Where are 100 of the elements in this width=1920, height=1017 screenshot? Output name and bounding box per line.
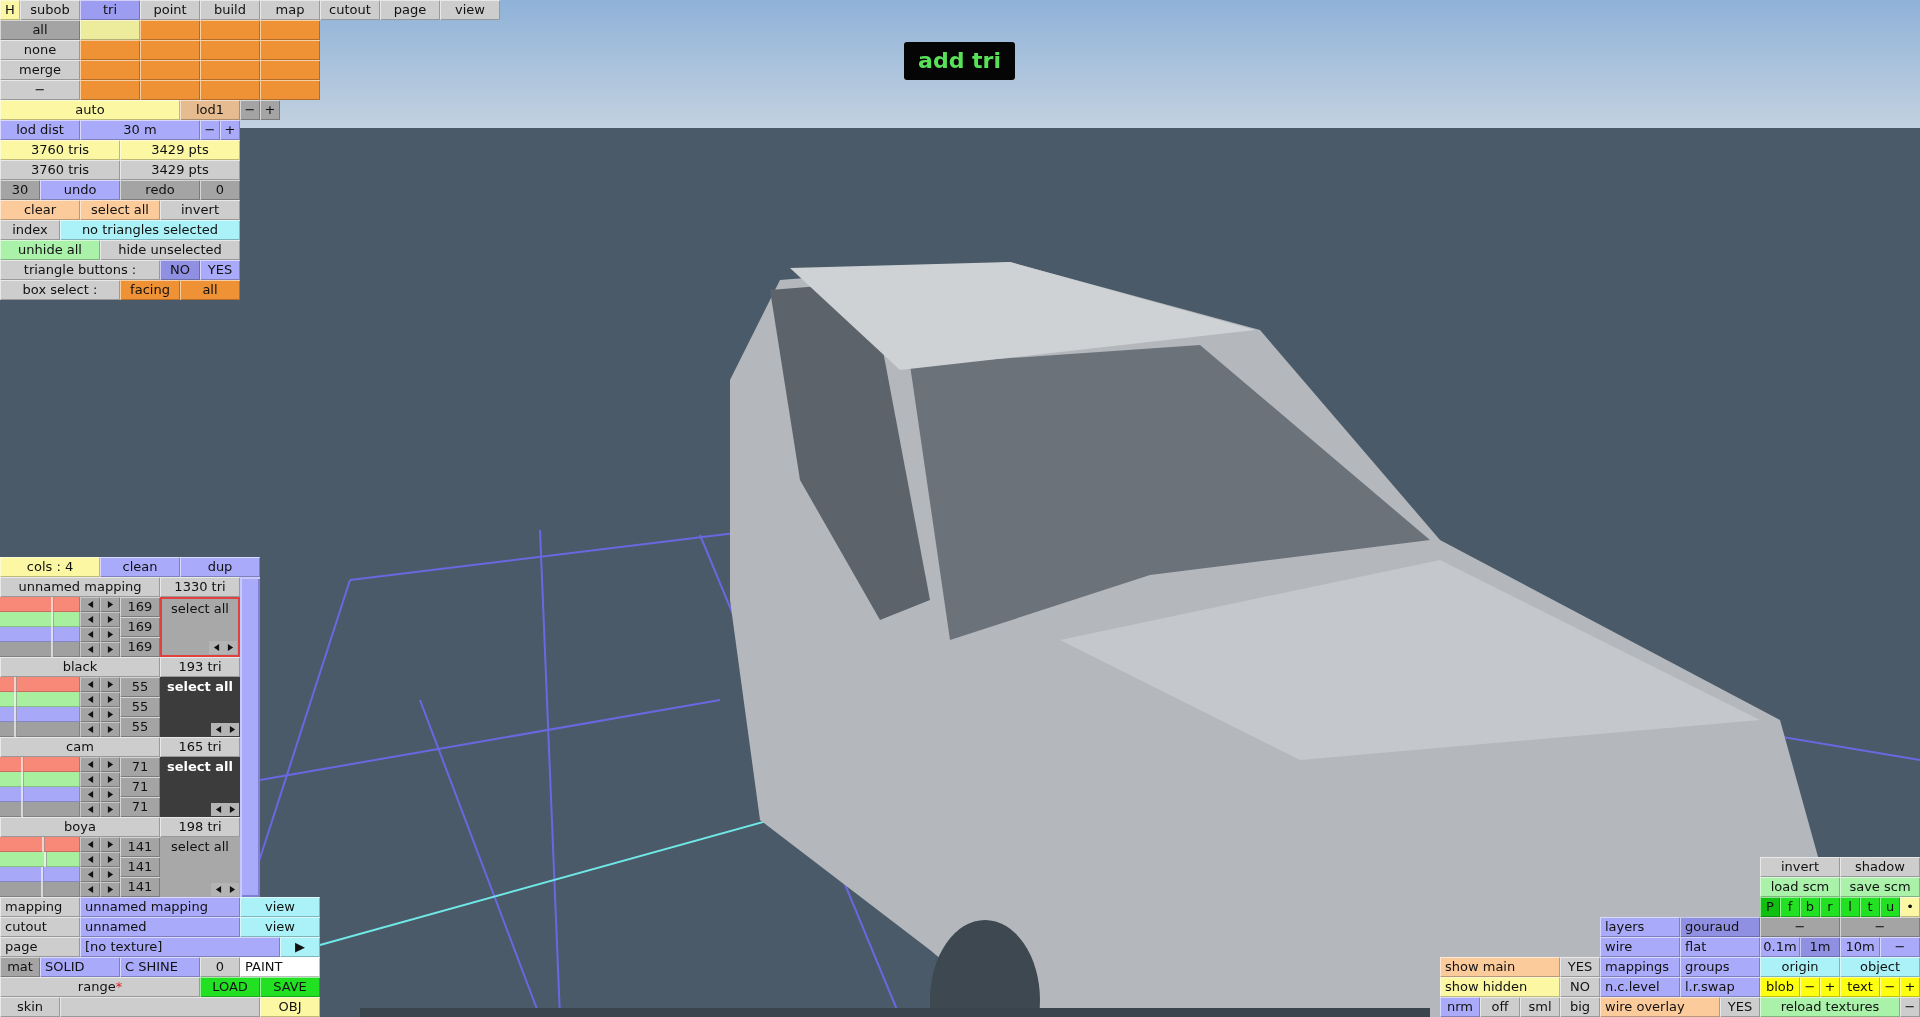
panel-button[interactable]: origin xyxy=(1760,957,1840,977)
slider-thumb[interactable] xyxy=(42,837,46,852)
panel-button[interactable]: SOLID xyxy=(40,957,120,977)
step-left-button[interactable] xyxy=(80,852,100,867)
color-slider[interactable] xyxy=(0,837,80,852)
panel-button[interactable]: undo xyxy=(40,180,120,200)
panel-button[interactable]: cutout xyxy=(0,917,80,937)
step-left-button[interactable] xyxy=(80,867,100,882)
step-left-button[interactable] xyxy=(211,883,225,896)
color-swatch[interactable] xyxy=(140,20,200,40)
panel-button[interactable]: text xyxy=(1840,977,1880,997)
step-right-button[interactable] xyxy=(100,627,120,642)
panel-button[interactable]: wire xyxy=(1600,937,1680,957)
color-slider[interactable] xyxy=(0,852,80,867)
value-button[interactable]: 141 xyxy=(120,837,160,857)
value-button[interactable]: 55 xyxy=(120,717,160,737)
panel-button[interactable]: b xyxy=(1800,897,1820,917)
panel-button[interactable]: YES xyxy=(1720,997,1760,1017)
panel-button[interactable]: − xyxy=(1800,977,1820,997)
panel-button[interactable]: triangle buttons : xyxy=(0,260,160,280)
step-right-button[interactable] xyxy=(100,642,120,657)
color-swatch[interactable] xyxy=(80,20,140,40)
step-left-button[interactable] xyxy=(80,882,100,897)
slider-thumb[interactable] xyxy=(14,707,18,722)
panel-button[interactable]: 165 tri xyxy=(160,737,240,757)
step-left-button[interactable] xyxy=(80,802,100,817)
select-all-label[interactable]: select all xyxy=(171,839,229,855)
panel-button[interactable]: OBJ xyxy=(260,997,320,1017)
panel-button[interactable]: 0.1m xyxy=(1760,937,1800,957)
panel-button[interactable]: − xyxy=(1880,937,1920,957)
panel-button[interactable]: + xyxy=(1900,977,1920,997)
panel-button[interactable]: no triangles selected xyxy=(60,220,240,240)
slider-thumb[interactable] xyxy=(20,757,24,772)
panel-button[interactable]: select all xyxy=(80,200,160,220)
step-right-button[interactable] xyxy=(225,883,239,896)
panel-button[interactable]: merge xyxy=(0,60,80,80)
step-right-button[interactable] xyxy=(100,787,120,802)
value-button[interactable]: 169 xyxy=(120,637,160,657)
value-button[interactable]: 55 xyxy=(120,677,160,697)
panel-button[interactable]: − xyxy=(1760,917,1840,937)
panel-button[interactable]: lod dist xyxy=(0,120,80,140)
panel-button[interactable]: 3760 tris xyxy=(0,140,120,160)
step-left-button[interactable] xyxy=(80,677,100,692)
color-swatch[interactable] xyxy=(260,40,320,60)
select-all-label[interactable]: select all xyxy=(167,759,233,775)
step-right-button[interactable] xyxy=(100,722,120,737)
panel-button[interactable]: PAINT xyxy=(240,957,320,977)
step-right-button[interactable] xyxy=(100,802,120,817)
panel-button[interactable]: reload textures xyxy=(1760,997,1900,1017)
panel-button[interactable]: off xyxy=(1480,997,1520,1017)
step-left-button[interactable] xyxy=(80,757,100,772)
select-panel[interactable]: select all xyxy=(160,837,240,897)
step-right-button[interactable] xyxy=(100,692,120,707)
step-left-button[interactable] xyxy=(80,772,100,787)
panel-button[interactable]: − xyxy=(1840,917,1920,937)
tab[interactable]: map xyxy=(260,0,320,20)
tab[interactable]: cutout xyxy=(320,0,380,20)
panel-button[interactable]: mappings xyxy=(1600,957,1680,977)
slider-thumb[interactable] xyxy=(40,867,44,882)
color-slider[interactable] xyxy=(0,692,80,707)
panel-button[interactable]: • xyxy=(1900,897,1920,917)
panel-button[interactable]: save scm xyxy=(1840,877,1920,897)
panel-button[interactable]: SAVE xyxy=(260,977,320,997)
value-button[interactable]: 71 xyxy=(120,797,160,817)
slider-thumb[interactable] xyxy=(51,627,54,642)
slider-thumb[interactable] xyxy=(20,802,24,817)
panel-button[interactable]: r xyxy=(1820,897,1840,917)
step-right-button[interactable] xyxy=(100,677,120,692)
panel-button[interactable]: layers xyxy=(1600,917,1680,937)
step-left-button[interactable] xyxy=(80,787,100,802)
color-swatch[interactable] xyxy=(80,40,140,60)
value-button[interactable]: 71 xyxy=(120,777,160,797)
panel-button[interactable]: t xyxy=(1860,897,1880,917)
panel-button[interactable]: 1330 tri xyxy=(160,577,240,597)
panel-button[interactable]: [no texture] xyxy=(80,937,280,957)
panel-button[interactable]: mat xyxy=(0,957,40,977)
step-right-button[interactable] xyxy=(100,757,120,772)
step-left-button[interactable] xyxy=(80,837,100,852)
panel-button[interactable]: wire overlay xyxy=(1600,997,1720,1017)
panel-button[interactable]: ▶ xyxy=(280,937,320,957)
panel-button[interactable]: blob xyxy=(1760,977,1800,997)
slider-thumb[interactable] xyxy=(51,612,54,627)
step-left-button[interactable] xyxy=(211,803,225,816)
panel-button[interactable]: big xyxy=(1560,997,1600,1017)
panel-button[interactable]: 193 tri xyxy=(160,657,240,677)
panel-button[interactable]: 10m xyxy=(1840,937,1880,957)
step-left-button[interactable] xyxy=(211,723,225,736)
color-swatch[interactable] xyxy=(140,60,200,80)
panel-button[interactable]: auto xyxy=(0,100,180,120)
color-swatch[interactable] xyxy=(200,80,260,100)
panel-button[interactable]: 3760 tris xyxy=(0,160,120,180)
panel-button[interactable]: view xyxy=(240,897,320,917)
panel-button[interactable]: cam xyxy=(0,737,160,757)
panel-button[interactable]: index xyxy=(0,220,60,240)
panel-button[interactable]: 0 xyxy=(200,180,240,200)
step-left-button[interactable] xyxy=(80,707,100,722)
panel-button[interactable]: all xyxy=(180,280,240,300)
tab[interactable]: page xyxy=(380,0,440,20)
color-slider[interactable] xyxy=(0,597,80,612)
panel-button[interactable]: 3429 pts xyxy=(120,160,240,180)
